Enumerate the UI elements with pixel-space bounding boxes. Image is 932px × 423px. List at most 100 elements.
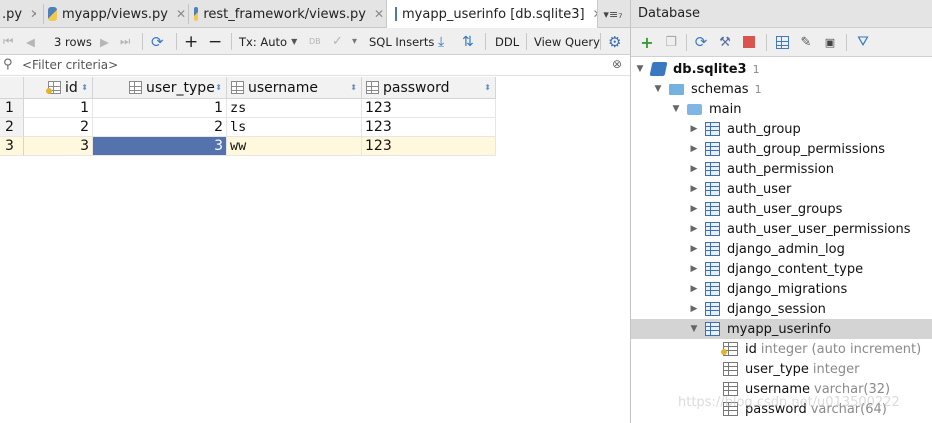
- tree-node-table[interactable]: ▶ auth_group: [631, 119, 932, 139]
- expand-arrow-icon[interactable]: ▶: [689, 224, 699, 234]
- expand-arrow-icon[interactable]: ▶: [689, 164, 699, 174]
- expand-arrow-icon[interactable]: ▼: [635, 64, 645, 74]
- export-download-icon[interactable]: ⤓: [438, 28, 444, 55]
- close-icon[interactable]: ✕: [176, 7, 186, 21]
- row-number[interactable]: 3: [0, 137, 24, 156]
- sort-icon[interactable]: ⬍: [215, 83, 222, 92]
- expand-arrow-icon[interactable]: ▶: [689, 204, 699, 214]
- column-type: integer: [812, 361, 860, 377]
- table-cell-user-type[interactable]: 2: [93, 118, 227, 137]
- table-cell-user-type-selected[interactable]: 3: [93, 137, 227, 156]
- tab-partial-py[interactable]: .py ✕: [0, 0, 36, 28]
- tree-node-schemas[interactable]: ▼ schemas 1: [631, 79, 932, 99]
- commit-db-icon[interactable]: DB: [309, 28, 321, 55]
- table-cell-username[interactable]: ww: [227, 137, 362, 156]
- editor-tab-bar: .py ✕ myapp/views.py ✕ rest_framework/vi…: [0, 0, 630, 28]
- column-header-username[interactable]: username ⬍: [227, 77, 362, 99]
- close-icon[interactable]: ✕: [374, 7, 384, 21]
- chevron-down-icon[interactable]: ▾: [352, 28, 357, 55]
- tree-node-table[interactable]: ▶ django_content_type: [631, 259, 932, 279]
- tree-node-table[interactable]: ▶ auth_user_groups: [631, 199, 932, 219]
- expand-arrow-icon[interactable]: ▶: [689, 144, 699, 154]
- properties-wrench-icon[interactable]: ⚒: [717, 34, 733, 50]
- filter-input[interactable]: <Filter criteria>: [22, 58, 118, 72]
- close-icon[interactable]: ✕: [30, 7, 36, 21]
- tx-mode-label: Tx: Auto: [239, 34, 288, 49]
- tab-divider: [188, 4, 189, 24]
- expand-arrow-icon[interactable]: ▶: [689, 184, 699, 194]
- table-cell-id[interactable]: 1: [24, 99, 93, 118]
- filter-search-icon[interactable]: ⚲: [3, 57, 19, 73]
- tree-node-table[interactable]: ▶ django_admin_log: [631, 239, 932, 259]
- filter-funnel-icon[interactable]: ⛛: [855, 34, 871, 50]
- expand-arrow-icon[interactable]: ▶: [689, 124, 699, 134]
- import-icon[interactable]: ⇅: [462, 28, 474, 55]
- tree-node-table[interactable]: ▶ auth_group_permissions: [631, 139, 932, 159]
- table-cell-id[interactable]: 2: [24, 118, 93, 137]
- sort-icon[interactable]: ⬍: [484, 83, 491, 92]
- tree-node-table[interactable]: ▶ auth_user: [631, 179, 932, 199]
- tree-node-table[interactable]: ▶ django_migrations: [631, 279, 932, 299]
- add-row-icon[interactable]: +: [184, 28, 198, 55]
- tab-myapp-userinfo[interactable]: myapp_userinfo [db.sqlite3] ✕: [386, 0, 598, 28]
- gear-icon[interactable]: ⚙: [608, 28, 621, 55]
- row-number[interactable]: 1: [0, 99, 24, 118]
- expand-arrow-icon[interactable]: ▶: [689, 264, 699, 274]
- tab-rest-framework-views[interactable]: rest_framework/views.py ✕: [194, 0, 384, 28]
- table-cell-user-type[interactable]: 1: [93, 99, 227, 118]
- refresh-icon[interactable]: ⟳: [151, 28, 164, 55]
- tree-node-label: django_content_type: [727, 261, 864, 277]
- expand-arrow-icon[interactable]: ▼: [653, 84, 663, 94]
- next-page-icon[interactable]: ▶: [100, 28, 112, 55]
- row-count-label[interactable]: 3 rows: [54, 28, 92, 55]
- folder-icon: [669, 83, 684, 95]
- tree-node-main[interactable]: ▼ main: [631, 99, 932, 119]
- tab-myapp-views[interactable]: myapp/views.py ✕: [48, 0, 186, 28]
- sql-inserts-dropdown[interactable]: SQL Inserts: [369, 28, 434, 55]
- delete-row-icon[interactable]: −: [208, 28, 222, 55]
- table-cell-password[interactable]: 123: [362, 118, 496, 137]
- tree-node-table[interactable]: ▶ auth_permission: [631, 159, 932, 179]
- row-number[interactable]: 2: [0, 118, 24, 137]
- grid-corner[interactable]: [0, 77, 24, 99]
- edit-pencil-icon[interactable]: ✎: [798, 34, 814, 50]
- table-cell-password[interactable]: 123: [362, 137, 496, 156]
- sort-icon[interactable]: ⬍: [350, 83, 357, 92]
- tab-overflow-menu[interactable]: ▾≡₇: [598, 4, 628, 24]
- last-page-icon[interactable]: ⏭: [120, 28, 134, 55]
- expand-arrow-icon[interactable]: ▼: [689, 324, 699, 334]
- console-icon[interactable]: ▣: [822, 34, 838, 50]
- tree-node-column[interactable]: user_type integer: [631, 359, 932, 379]
- expand-arrow-icon[interactable]: ▶: [689, 304, 699, 314]
- previous-page-icon[interactable]: ◀: [26, 28, 38, 55]
- table-cell-password[interactable]: 123: [362, 99, 496, 118]
- table-cell-id[interactable]: 3: [24, 137, 93, 156]
- submit-checkmark-icon[interactable]: ✓: [332, 28, 343, 55]
- expand-arrow-icon[interactable]: ▶: [689, 244, 699, 254]
- table-cell-username[interactable]: ls: [227, 118, 362, 137]
- sort-icon[interactable]: ⬍: [81, 83, 88, 92]
- ddl-button[interactable]: DDL: [495, 28, 519, 55]
- stop-icon[interactable]: [741, 34, 757, 50]
- first-page-icon[interactable]: ⏮: [3, 28, 17, 55]
- copy-icon[interactable]: ❐: [663, 34, 679, 50]
- add-icon[interactable]: +: [639, 33, 655, 52]
- transaction-mode-dropdown[interactable]: Tx: Auto ▼: [239, 28, 297, 55]
- expand-arrow-icon[interactable]: ▶: [689, 284, 699, 294]
- tree-node-column[interactable]: id integer (auto increment): [631, 339, 932, 359]
- clear-filter-icon[interactable]: ⊗: [612, 57, 626, 71]
- column-header-user-type[interactable]: user_type ⬍: [93, 77, 227, 99]
- tree-node-table-selected[interactable]: ▼ myapp_userinfo: [631, 319, 932, 339]
- tree-node-table[interactable]: ▶ auth_user_user_permissions: [631, 219, 932, 239]
- table-cell-username[interactable]: zs: [227, 99, 362, 118]
- view-query-button[interactable]: View Query: [534, 28, 600, 55]
- expand-arrow-icon[interactable]: ▼: [671, 104, 681, 114]
- table-icon: [705, 242, 720, 256]
- column-header-id[interactable]: id ⬍: [24, 77, 93, 99]
- column-header-password[interactable]: password ⬍: [362, 77, 496, 99]
- tree-node-db[interactable]: ▼ db.sqlite3 1: [631, 59, 932, 79]
- refresh-icon[interactable]: ⟳: [693, 33, 709, 51]
- tree-node-count: 1: [754, 82, 762, 96]
- table-view-icon[interactable]: [774, 34, 790, 50]
- tree-node-table[interactable]: ▶ django_session: [631, 299, 932, 319]
